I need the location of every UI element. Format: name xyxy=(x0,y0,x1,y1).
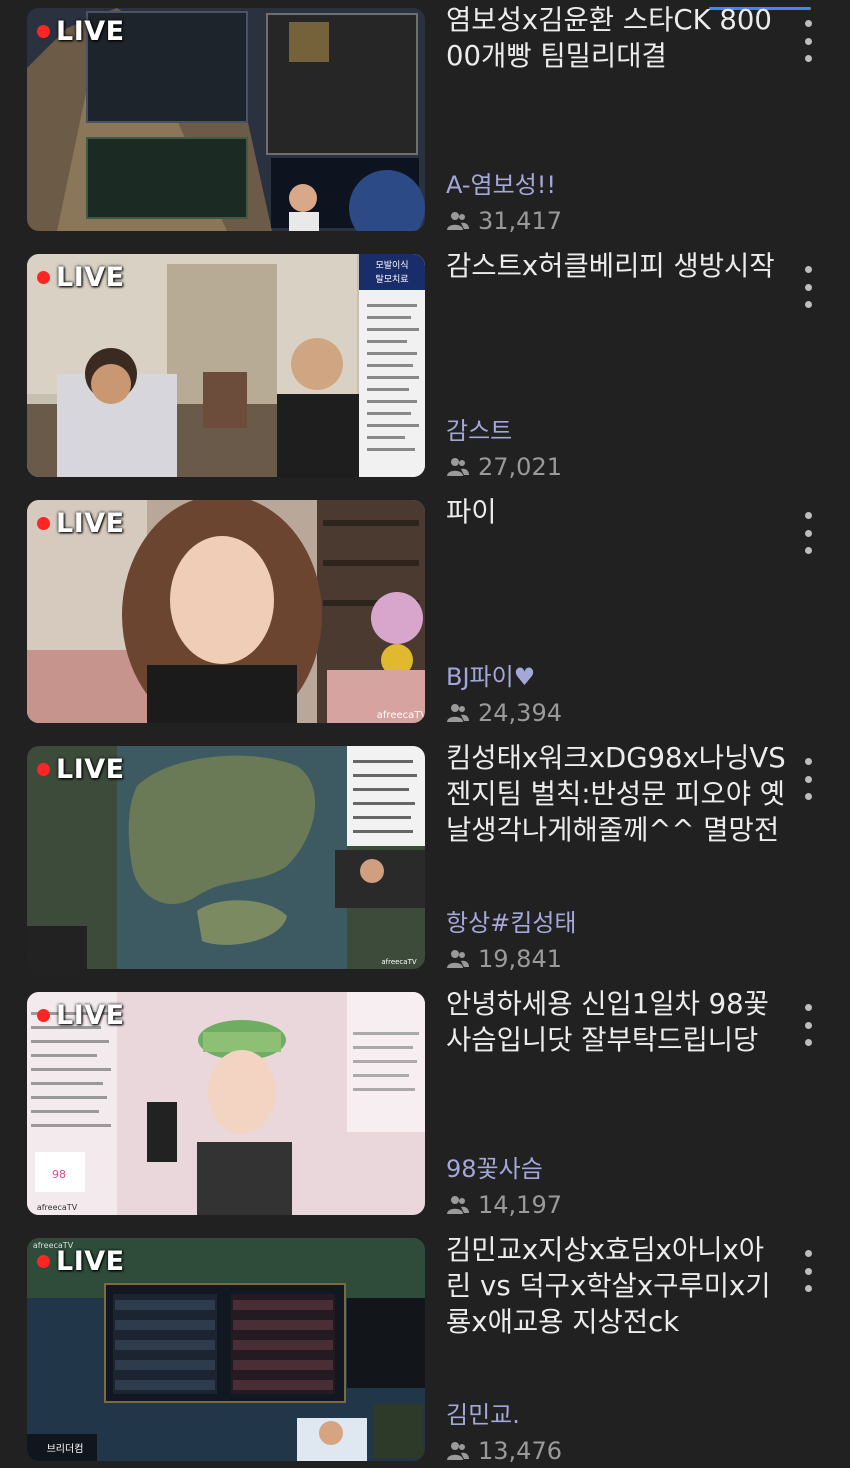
viewer-count: 27,021 xyxy=(446,452,562,482)
stream-info[interactable]: 파이 BJ파이♥ 24,394 xyxy=(446,496,786,727)
more-options-button[interactable] xyxy=(797,1004,819,1046)
stream-thumbnail[interactable]: afreecaTV LIVE xyxy=(27,746,425,969)
people-icon xyxy=(447,1442,469,1460)
stream-title[interactable]: 염보성x김윤환 스타CK 80000개빵 팀밀리대결 xyxy=(446,2,786,74)
live-badge: LIVE xyxy=(37,754,125,785)
channel-name[interactable]: 감스트 xyxy=(446,411,512,446)
people-icon xyxy=(447,212,469,230)
channel-logo-sticker: 98 xyxy=(52,1168,66,1181)
stream-info[interactable]: 킴성태x워크xDG98x나닝VS젠지팀 벌칙:반성문 피오야 옛날생각나게해줄께… xyxy=(446,742,786,973)
live-dot-icon xyxy=(37,1255,50,1268)
stream-title[interactable]: 김민교x지상x효딤x아니x아린 vs 덕구x학살x구루미x기룡x애교용 지상전c… xyxy=(446,1232,786,1340)
live-badge: LIVE xyxy=(37,1000,125,1031)
stream-item[interactable]: LIVE 염보성x김윤환 스타CK 80000개빵 팀밀리대결 A-염보성!! … xyxy=(0,4,850,238)
live-badge: LIVE xyxy=(37,16,125,47)
stream-title[interactable]: 킴성태x워크xDG98x나닝VS젠지팀 벌칙:반성문 피오야 옛날생각나게해줄께… xyxy=(446,740,786,848)
sponsor-banner-text: 모발이식 xyxy=(375,260,408,271)
more-vertical-icon xyxy=(804,512,812,519)
viewer-count: 24,394 xyxy=(446,698,562,728)
channel-name[interactable]: 항상#킴성태 xyxy=(446,903,577,938)
viewer-count: 31,417 xyxy=(446,206,562,236)
more-vertical-icon xyxy=(804,266,812,273)
more-vertical-icon xyxy=(804,1004,812,1011)
stream-item[interactable]: afreecaTV LIVE 킴성태x워크xDG98x나닝VS젠지팀 벌칙:반성… xyxy=(0,742,850,976)
stream-thumbnail[interactable]: 브리더컴 afreecaTV LIVE xyxy=(27,1238,425,1461)
stream-info[interactable]: 김민교x지상x효딤x아니x아린 vs 덕구x학살x구루미x기룡x애교용 지상전c… xyxy=(446,1234,786,1465)
live-dot-icon xyxy=(37,25,50,38)
stream-thumbnail[interactable]: 모발이식 탈모치료 LIVE xyxy=(27,254,425,477)
live-dot-icon xyxy=(37,1009,50,1022)
afreecatv-watermark: afreecaTV xyxy=(37,1203,78,1212)
more-options-button[interactable] xyxy=(797,512,819,554)
stream-info[interactable]: 염보성x김윤환 스타CK 80000개빵 팀밀리대결 A-염보성!! 31,41… xyxy=(446,4,786,235)
stream-title[interactable]: 파이 xyxy=(446,494,786,530)
people-icon xyxy=(447,704,469,722)
stream-thumbnail[interactable]: afreecaTV LIVE xyxy=(27,500,425,723)
more-options-button[interactable] xyxy=(797,266,819,308)
live-dot-icon xyxy=(37,271,50,284)
svg-text:탈모치료: 탈모치료 xyxy=(375,273,408,285)
stream-title[interactable]: 안녕하세용 신입1일차 98꽃사슴입니닷 잘부탁드립니당 xyxy=(446,986,786,1058)
stream-item[interactable]: 98 afreecaTV LIVE 안녕하세용 신입1일차 98꽃사슴입니닷 잘… xyxy=(0,988,850,1222)
more-options-button[interactable] xyxy=(797,1250,819,1292)
viewer-count: 14,197 xyxy=(446,1190,562,1220)
live-dot-icon xyxy=(37,763,50,776)
channel-name[interactable]: BJ파이♥ xyxy=(446,657,535,692)
live-badge: LIVE xyxy=(37,1246,125,1277)
stream-item[interactable]: 모발이식 탈모치료 LIVE 감스트x허클베리피 생방시작 감스트 27,021 xyxy=(0,250,850,484)
more-vertical-icon xyxy=(804,758,812,765)
stream-item[interactable]: 브리더컴 afreecaTV LIVE 김민교x지상x효딤x아니x아린 vs 덕… xyxy=(0,1234,850,1468)
people-icon xyxy=(447,950,469,968)
stream-info[interactable]: 안녕하세용 신입1일차 98꽃사슴입니닷 잘부탁드립니당 98꽃사슴 14,19… xyxy=(446,988,786,1219)
stream-thumbnail[interactable]: 98 afreecaTV LIVE xyxy=(27,992,425,1215)
channel-name[interactable]: A-염보성!! xyxy=(446,165,556,200)
people-icon xyxy=(447,1196,469,1214)
more-options-button[interactable] xyxy=(797,20,819,62)
more-options-button[interactable] xyxy=(797,758,819,800)
channel-name[interactable]: 98꽃사슴 xyxy=(446,1149,543,1184)
stream-info[interactable]: 감스트x허클베리피 생방시작 감스트 27,021 xyxy=(446,250,786,481)
more-vertical-icon xyxy=(804,1250,812,1257)
afreecatv-watermark: afreecaTV xyxy=(381,958,417,966)
live-dot-icon xyxy=(37,517,50,530)
more-vertical-icon xyxy=(804,20,812,27)
live-badge: LIVE xyxy=(37,508,125,539)
channel-name[interactable]: 김민교. xyxy=(446,1395,520,1430)
live-badge: LIVE xyxy=(37,262,125,293)
stream-title[interactable]: 감스트x허클베리피 생방시작 xyxy=(446,248,786,284)
overlay-logo-text: 브리더컴 xyxy=(47,1443,84,1455)
people-icon xyxy=(447,458,469,476)
stream-thumbnail[interactable]: LIVE xyxy=(27,8,425,231)
stream-item[interactable]: afreecaTV LIVE 파이 BJ파이♥ 24,394 xyxy=(0,496,850,730)
afreecatv-watermark: afreecaTV xyxy=(377,710,425,721)
viewer-count: 13,476 xyxy=(446,1436,562,1466)
viewer-count: 19,841 xyxy=(446,944,562,974)
